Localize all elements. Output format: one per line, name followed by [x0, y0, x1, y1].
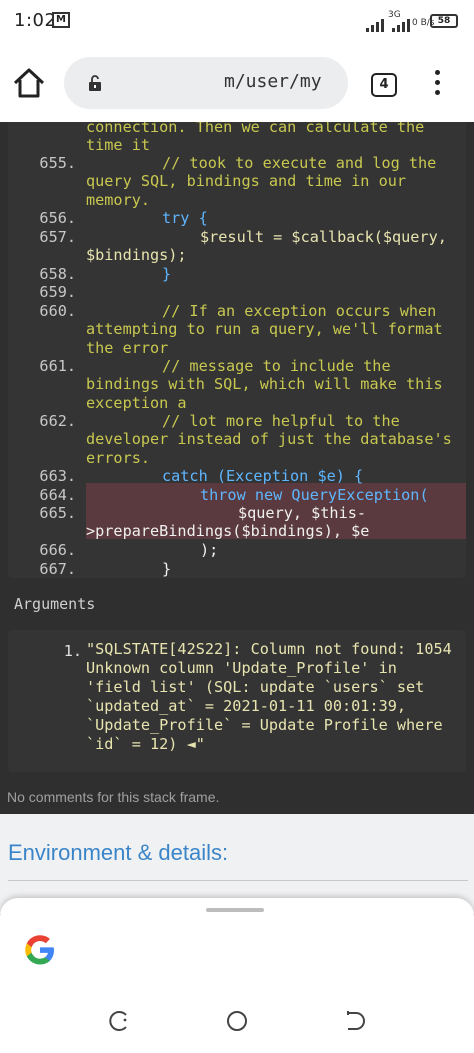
- line-number: 667.: [39, 560, 76, 578]
- lock-icon[interactable]: [88, 75, 102, 91]
- code-line-text: try {: [162, 209, 208, 227]
- line-number: 664.: [39, 486, 76, 504]
- code-line-text: $query, $this->prepareBindings($bindings…: [86, 504, 370, 541]
- environment-title: Environment & details:: [8, 840, 229, 865]
- signal-icon: [366, 19, 410, 32]
- line-number: 660.: [39, 302, 76, 320]
- home-button-icon[interactable]: [225, 1009, 249, 1033]
- line-number: 657.: [39, 228, 76, 246]
- line-number: 656.: [39, 209, 76, 227]
- line-number: 655.: [39, 154, 76, 172]
- back-button-icon[interactable]: [342, 1009, 366, 1033]
- system-nav-bar: [0, 985, 474, 1053]
- code-line-text: }: [162, 265, 172, 283]
- more-menu-icon[interactable]: [432, 70, 442, 100]
- code-line-text: );: [200, 541, 219, 559]
- section-divider: [8, 880, 468, 881]
- line-number: 663.: [39, 467, 76, 485]
- tab-switcher-button[interactable]: 4: [371, 73, 397, 97]
- sheet-drag-handle[interactable]: [206, 908, 264, 912]
- code-snippet: connection. Then we can calculate the ti…: [8, 122, 466, 578]
- code-line-text: // If an exception occurs when attemptin…: [86, 302, 452, 357]
- line-number: 659.: [39, 283, 76, 301]
- code-line-text: }: [162, 560, 172, 578]
- network-type: 3G: [388, 10, 401, 20]
- line-number: 661.: [39, 357, 76, 375]
- google-logo-icon[interactable]: [24, 934, 56, 966]
- line-number: 666.: [39, 541, 76, 559]
- code-line-text: $result = $callback($query, $bindings);: [86, 228, 457, 265]
- argument-value[interactable]: "SQLSTATE[42S22]: Column not found: 1054…: [86, 640, 458, 754]
- mail-icon: M: [52, 12, 70, 28]
- arguments-list: 1. "SQLSTATE[42S22]: Column not found: 1…: [8, 630, 466, 772]
- code-line-text: throw new QueryException(: [200, 486, 429, 504]
- line-number: 665.: [39, 504, 76, 522]
- code-line-text: catch (Exception $e) {: [162, 467, 364, 485]
- url-text[interactable]: m/user/my: [224, 71, 344, 92]
- line-number: 658.: [39, 265, 76, 283]
- arguments-label: Arguments: [14, 595, 96, 613]
- code-line-text: connection. Then we can calculate the ti…: [86, 122, 434, 155]
- code-line-text: // lot more helpful to the developer ins…: [86, 412, 461, 467]
- home-icon[interactable]: [12, 66, 46, 100]
- code-line-text: // took to execute and log the query SQL…: [86, 154, 446, 209]
- recent-apps-icon[interactable]: [108, 1009, 132, 1033]
- battery-icon: 58: [430, 14, 458, 28]
- status-bar: 1:02 M 3G 0 B/s 58: [0, 0, 474, 44]
- argument-number: 1.: [63, 642, 82, 660]
- no-comments-text: No comments for this stack frame.: [7, 789, 220, 805]
- line-number: 662.: [39, 412, 76, 430]
- code-line-text: // message to include the bindings with …: [86, 357, 452, 412]
- browser-toolbar: m/user/my 4: [0, 44, 474, 153]
- status-time: 1:02: [14, 10, 57, 31]
- address-bar[interactable]: m/user/my: [64, 57, 348, 109]
